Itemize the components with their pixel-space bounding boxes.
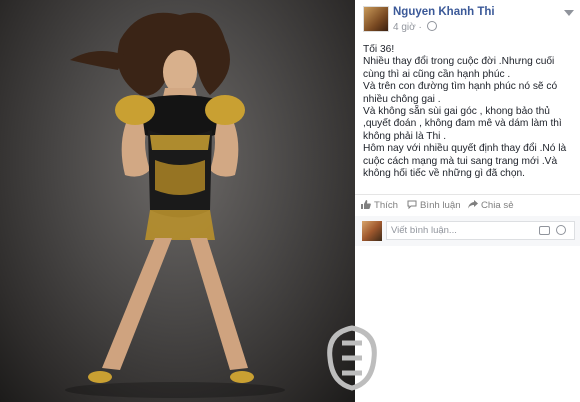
- like-button[interactable]: Thích: [361, 200, 398, 211]
- camera-icon[interactable]: [539, 226, 550, 235]
- post-photo[interactable]: [0, 0, 355, 402]
- post-paragraph: Hôm nay với nhiều quyết định thay đổi .N…: [363, 143, 567, 180]
- post-paragraph: Nhiều thay đổi trong cuộc đời .Nhưng cuố…: [363, 56, 555, 80]
- share-button[interactable]: Chia sẻ: [468, 200, 514, 211]
- comment-button[interactable]: Bình luận: [407, 200, 461, 211]
- divider: [355, 194, 580, 195]
- post-header: Nguyen Khanh Thi 4 giờ ·: [363, 6, 578, 34]
- comment-label: Bình luận: [420, 200, 461, 211]
- comment-row: Viết bình luận...: [355, 216, 580, 246]
- post-panel: Nguyen Khanh Thi 4 giờ · Tối 36! Nhiều t…: [355, 0, 580, 402]
- post-paragraph: Và trên con đường tìm hạnh phúc nó sẽ có…: [363, 81, 558, 105]
- post-paragraph: Tối 36!: [363, 44, 395, 55]
- emoji-icon[interactable]: [556, 225, 566, 235]
- author-name[interactable]: Nguyen Khanh Thi: [393, 6, 495, 18]
- comment-input[interactable]: Viết bình luận...: [386, 221, 575, 240]
- commenter-avatar: [362, 221, 382, 241]
- thumbs-up-icon: [361, 200, 371, 209]
- like-label: Thích: [374, 200, 398, 211]
- comment-icon: [407, 200, 417, 209]
- post-time-text: 4 giờ ·: [393, 22, 422, 33]
- photo-illustration: [65, 12, 285, 398]
- post-timestamp[interactable]: 4 giờ ·: [393, 21, 437, 33]
- comment-placeholder: Viết bình luận...: [391, 225, 457, 236]
- share-icon: [468, 200, 478, 209]
- share-label: Chia sẻ: [481, 200, 514, 211]
- watermark-logo: [327, 325, 377, 391]
- post-actions: Thích Bình luận Chia sẻ: [361, 200, 576, 214]
- chevron-down-icon[interactable]: [564, 10, 574, 16]
- post-paragraph: Và không sẵn sùi gai góc , khong bảo thủ…: [363, 106, 562, 142]
- post-text: Tối 36! Nhiều thay đổi trong cuộc đời .N…: [363, 44, 577, 180]
- globe-icon: [426, 21, 437, 31]
- author-avatar[interactable]: [363, 6, 389, 32]
